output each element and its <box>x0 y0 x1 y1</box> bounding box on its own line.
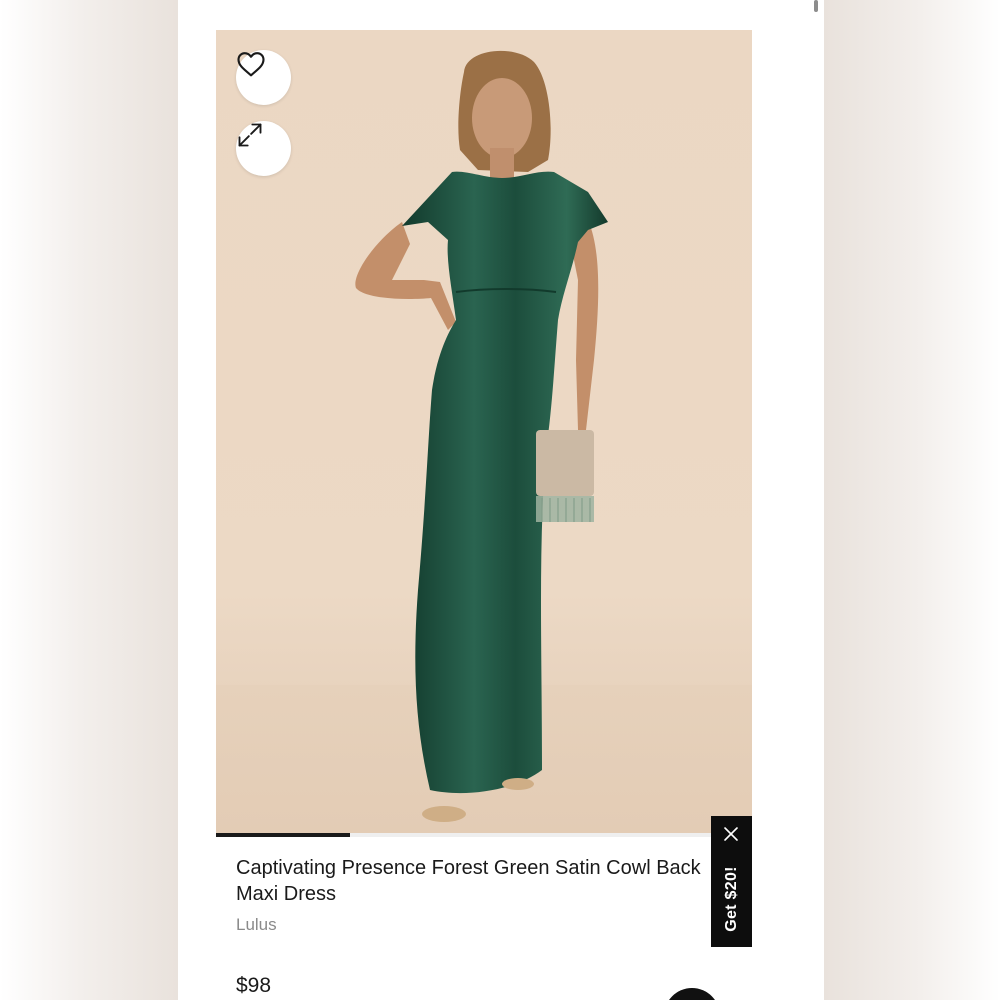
expand-icon <box>238 123 262 147</box>
product-brand[interactable]: Lulus <box>236 915 277 935</box>
chat-launcher-button[interactable] <box>664 988 720 1000</box>
carousel-progress-track <box>216 833 752 837</box>
scroll-indicator[interactable] <box>814 0 818 12</box>
carousel-progress-fill <box>216 833 350 837</box>
promo-label[interactable]: Get $20! <box>723 866 741 932</box>
product-price: $98 <box>236 974 272 997</box>
product-title[interactable]: Captivating Presence Forest Green Satin … <box>236 855 706 907</box>
promo-tab[interactable]: Get $20! <box>711 816 752 947</box>
model-illustration <box>355 50 608 822</box>
product-panel: Captivating Presence Forest Green Satin … <box>178 0 824 1000</box>
expand-image-button[interactable] <box>236 121 291 176</box>
close-icon[interactable] <box>723 826 739 842</box>
left-blurred-backdrop <box>0 0 178 1000</box>
heart-icon <box>237 52 265 77</box>
promo-label-wrap[interactable]: Get $20! <box>711 854 752 944</box>
product-image[interactable] <box>216 30 752 834</box>
favorite-button[interactable] <box>236 50 291 105</box>
right-blurred-backdrop <box>824 0 1000 1000</box>
